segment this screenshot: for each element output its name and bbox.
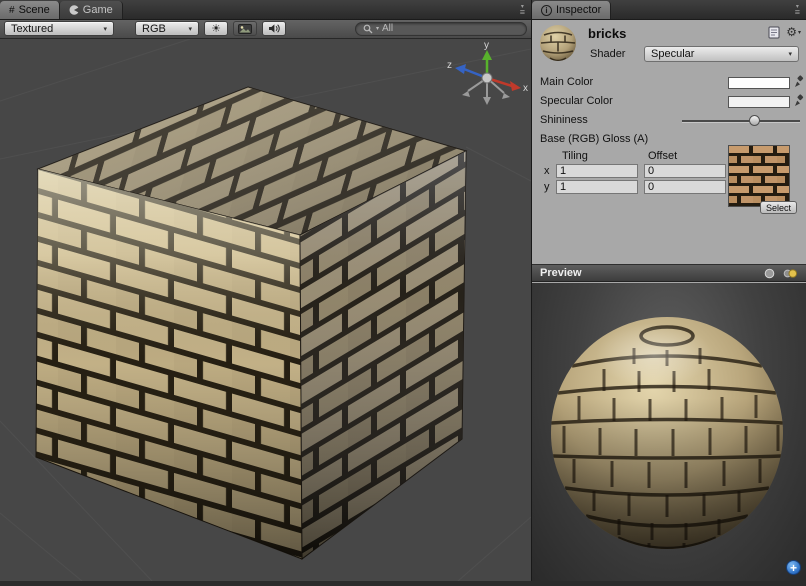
axis-y-handle (482, 50, 492, 60)
material-inspector: bricks Shader Specular ▾ ⚙ ▾ Main Color … (532, 19, 806, 264)
render-mode-value: RGB (142, 23, 166, 35)
axis-y-row-label: y (544, 181, 550, 193)
select-texture-button[interactable]: Select (760, 201, 797, 214)
scene-tabbar: # Scene Game ▾ ≡ (0, 0, 531, 20)
axis-x-handle (510, 81, 521, 91)
scene-viewport[interactable]: y x z (0, 39, 531, 581)
scene-audio-button[interactable] (262, 21, 286, 36)
sun-icon: ☀ (211, 22, 221, 35)
scene-skybox-button[interactable] (233, 21, 257, 36)
axis-y-label: y (484, 40, 489, 51)
dropdown-arrow-icon: ▾ (103, 25, 107, 33)
search-icon (363, 24, 373, 34)
offset-header: Offset (648, 150, 677, 162)
specular-color-swatch[interactable] (728, 96, 790, 108)
specular-color-label: Specular Color (540, 95, 613, 107)
inspector-panel: i Inspector ▾ ≡ (531, 0, 806, 581)
scene-3d-view: y x z (0, 39, 531, 581)
preview-sphere-toggle-icon[interactable] (764, 268, 775, 279)
dropdown-arrow-icon: ▾ (788, 50, 792, 58)
gear-icon[interactable]: ⚙ ▾ (786, 25, 801, 39)
shininess-thumb[interactable] (749, 115, 760, 126)
tab-inspector[interactable]: i Inspector (532, 1, 611, 19)
offset-y-input[interactable] (644, 180, 726, 194)
eyedropper-icon[interactable] (794, 94, 804, 112)
add-button[interactable]: + (786, 560, 801, 575)
preview-header: Preview (532, 264, 806, 282)
orientation-gizmo[interactable]: y x z (447, 40, 528, 105)
info-icon: i (541, 5, 552, 16)
draw-mode-value: Textured (11, 23, 53, 35)
tiling-x-input[interactable] (556, 164, 638, 178)
shininess-label: Shininess (540, 114, 588, 126)
dropdown-arrow-icon: ▾ (188, 25, 192, 33)
axis-x-row-label: x (544, 165, 550, 177)
axis-z-label: z (447, 60, 452, 71)
shader-value: Specular (651, 48, 694, 60)
axis-z-handle (455, 64, 466, 74)
material-preview-viewport[interactable]: + (532, 283, 806, 581)
tab-game-label: Game (83, 4, 113, 16)
axis-x-label: x (523, 83, 528, 94)
preview-title: Preview (540, 267, 582, 279)
scene-grid-icon: # (9, 5, 15, 16)
eyedropper-icon[interactable] (794, 75, 804, 93)
material-preview-icon[interactable] (538, 23, 578, 68)
tab-scene-label: Scene (19, 4, 50, 16)
tab-inspector-label: Inspector (556, 4, 601, 16)
offset-x-input[interactable] (644, 164, 726, 178)
shader-dropdown[interactable]: Specular ▾ (644, 46, 799, 62)
texture-thumbnail[interactable] (728, 145, 790, 207)
render-mode-dropdown[interactable]: RGB ▾ (135, 21, 199, 36)
preview-sphere (532, 283, 806, 581)
shader-label: Shader (590, 48, 625, 60)
main-color-label: Main Color (540, 76, 593, 88)
main-color-swatch[interactable] (728, 77, 790, 89)
skybox-icon (238, 24, 252, 34)
scene-panel-menu-icon[interactable]: ▾ ≡ (514, 0, 531, 19)
tab-scene[interactable]: # Scene (0, 1, 60, 19)
base-map-label: Base (RGB) Gloss (A) (540, 133, 648, 145)
inspector-panel-menu-icon[interactable]: ▾ ≡ (789, 0, 806, 19)
scene-toolbar: Textured ▾ RGB ▾ ☀ ▾ All (0, 19, 531, 39)
help-icon[interactable] (768, 26, 780, 39)
search-text: All (382, 23, 393, 34)
draw-mode-dropdown[interactable]: Textured ▾ (4, 21, 114, 36)
scene-panel: # Scene Game ▾ ≡ Textured ▾ RGB ▾ ☀ (0, 0, 531, 581)
material-name: bricks (588, 26, 626, 41)
inspector-tabbar: i Inspector ▾ ≡ (532, 0, 806, 20)
scene-lighting-button[interactable]: ☀ (204, 21, 228, 36)
speaker-icon (268, 23, 281, 34)
slider-track (682, 120, 800, 123)
game-icon (69, 5, 79, 15)
tab-game[interactable]: Game (60, 1, 123, 19)
tiling-y-input[interactable] (556, 180, 638, 194)
preview-lighting-toggle-icon[interactable] (783, 268, 798, 279)
scene-search-input[interactable]: ▾ All (355, 22, 527, 36)
search-filter-arrow-icon: ▾ (376, 25, 379, 32)
tiling-header: Tiling (562, 150, 588, 162)
brick-cube (36, 87, 466, 559)
shininess-slider[interactable] (682, 115, 800, 127)
